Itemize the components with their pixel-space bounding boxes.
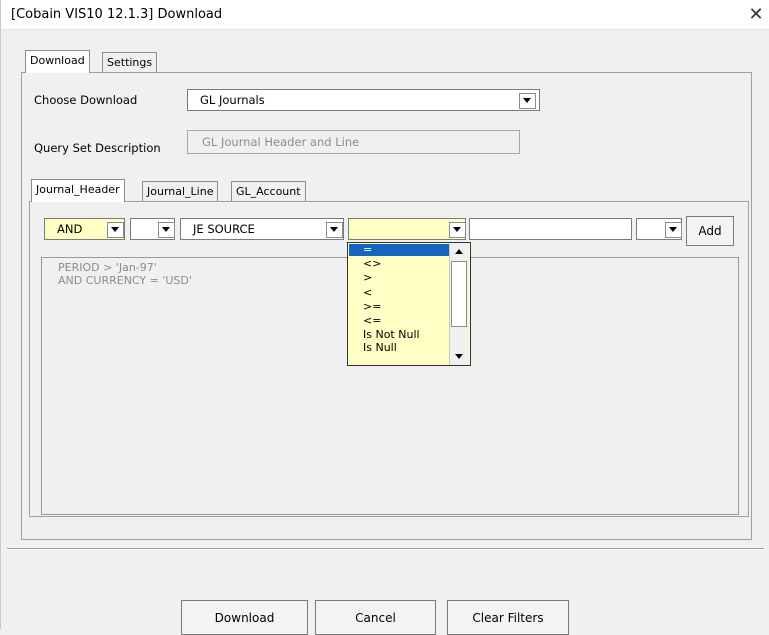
operator-select[interactable] (348, 218, 466, 240)
operator-option-not-equal[interactable]: <> (349, 258, 450, 270)
query-set-description-field: GL Journal Header and Line (187, 130, 520, 154)
chevron-down-icon[interactable] (326, 222, 343, 238)
window-title: [Cobain VIS10 12.1.3] Download (11, 7, 223, 22)
tab-gl-account[interactable]: GL_Account (231, 181, 306, 202)
filter-value-input[interactable] (469, 218, 632, 240)
chevron-down-icon[interactable] (158, 222, 175, 238)
choose-download-label: Choose Download (34, 93, 138, 107)
operator-dropdown-list[interactable]: = <> > < >= <= Is Not Null Is Null (347, 242, 471, 366)
query-line: PERIOD > 'Jan-97' (58, 261, 157, 274)
chevron-down-icon[interactable] (107, 222, 124, 238)
tab-journal-header[interactable]: Journal_Header (31, 179, 125, 202)
field-select[interactable]: JE SOURCE (180, 218, 344, 240)
query-set-description-label: Query Set Description (34, 141, 161, 155)
conjunction-value: AND (57, 222, 83, 236)
field-value: JE SOURCE (193, 222, 255, 236)
cancel-button-label: Cancel (355, 610, 396, 625)
close-icon[interactable]: ✕ (745, 4, 767, 26)
operator-option-greater-or-equal[interactable]: >= (349, 301, 450, 313)
cancel-button[interactable]: Cancel (315, 600, 436, 635)
tab-journal-line[interactable]: Journal_Line (142, 181, 219, 202)
scroll-down-icon[interactable] (450, 348, 468, 364)
operator-option-is-null[interactable]: Is Null (349, 342, 450, 354)
tab-download[interactable]: Download (25, 50, 90, 73)
operator-option-less-than[interactable]: < (349, 287, 450, 299)
title-bar: [Cobain VIS10 12.1.3] Download ✕ (1, 0, 769, 30)
choose-download-select[interactable]: GL Journals (187, 89, 540, 111)
dropdown-scrollbar[interactable] (449, 243, 469, 365)
download-dialog: [Cobain VIS10 12.1.3] Download ✕ Downloa… (0, 0, 769, 635)
query-line: AND CURRENCY = 'USD' (58, 274, 192, 287)
close-paren-select[interactable] (636, 218, 682, 240)
operator-option-equals[interactable]: = (349, 244, 450, 256)
choose-download-value: GL Journals (200, 93, 265, 107)
add-filter-button[interactable]: Add (686, 216, 734, 246)
chevron-down-icon[interactable] (665, 222, 682, 238)
scroll-up-icon[interactable] (450, 244, 468, 260)
tab-settings[interactable]: Settings (102, 52, 158, 73)
conjunction-select[interactable]: AND (44, 218, 125, 240)
chevron-down-icon[interactable] (449, 222, 466, 238)
download-button[interactable]: Download (181, 600, 308, 635)
open-paren-select[interactable] (130, 218, 175, 240)
download-button-label: Download (214, 610, 275, 625)
divider (7, 548, 764, 550)
operator-option-less-or-equal[interactable]: <= (349, 315, 450, 327)
operator-option-is-not-null[interactable]: Is Not Null (349, 329, 450, 341)
scroll-thumb[interactable] (451, 261, 467, 327)
clear-filters-button-label: Clear Filters (472, 610, 544, 625)
operator-option-greater-than[interactable]: > (349, 272, 450, 284)
add-filter-label: Add (698, 224, 722, 238)
chevron-down-icon[interactable] (519, 93, 536, 109)
query-set-description-value: GL Journal Header and Line (202, 135, 360, 149)
clear-filters-button[interactable]: Clear Filters (447, 600, 569, 635)
